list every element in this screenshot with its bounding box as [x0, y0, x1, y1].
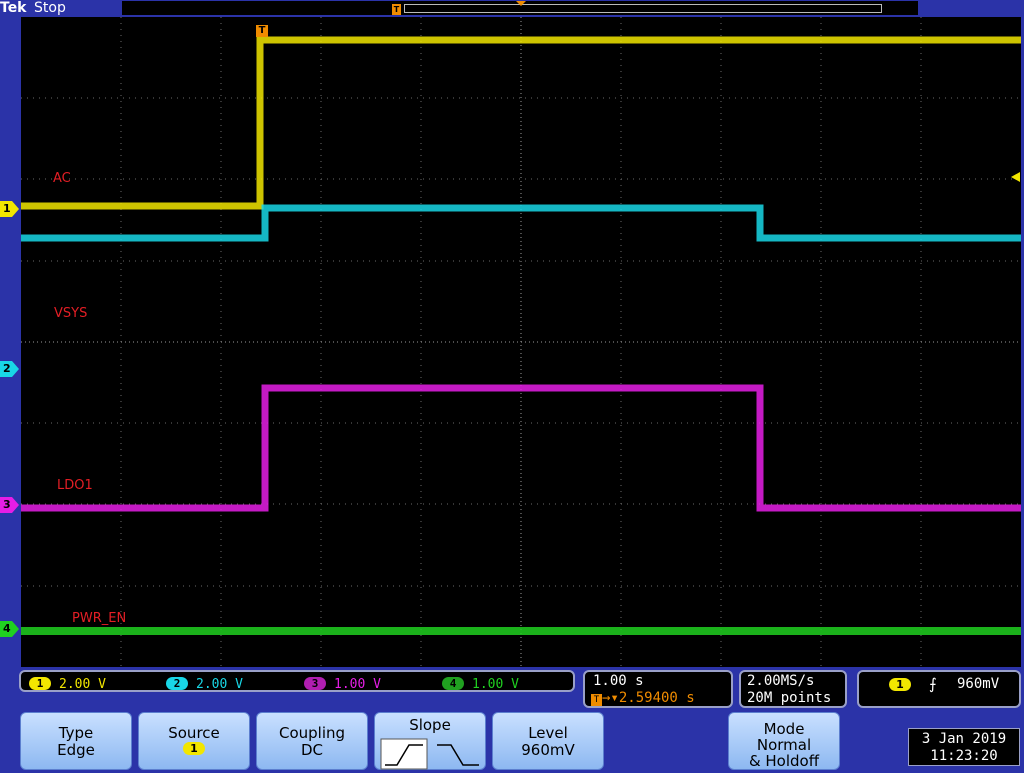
date-display: 3 Jan 2019: [921, 731, 1007, 747]
mode-button[interactable]: Mode Normal & Holdoff: [728, 712, 840, 770]
record-length: 20M points: [747, 690, 832, 706]
graticule-center: [21, 17, 1021, 667]
trigger-position-icon: T: [591, 694, 602, 706]
readout-bar: 1 2.00 V 2 2.00 V 3 1.00 V 4 1.00 V 1.00 s T…: [0, 668, 1024, 708]
time-display: 11:23:20: [930, 748, 998, 764]
timebase-readout[interactable]: 1.00 s T →▾2.59400 s: [583, 670, 733, 708]
ch3-readout[interactable]: 3 1.00 V: [304, 677, 381, 692]
ch1-ground-marker[interactable]: 1: [0, 201, 20, 217]
trigger-level-readout: 960mV: [957, 676, 1000, 692]
rising-edge-icon: ⨍: [929, 675, 937, 693]
label-pwr-en: PWR_EN: [72, 611, 127, 626]
channel-readout-box[interactable]: 1 2.00 V 2 2.00 V 3 1.00 V 4 1.00 V: [19, 670, 575, 692]
label-ac: AC: [53, 171, 71, 186]
trigger-source-badge: 1: [889, 678, 911, 691]
source-button[interactable]: Source 1: [138, 712, 250, 770]
arrow-right-down-icon: →▾: [602, 690, 619, 706]
label-ldo1: LDO1: [57, 478, 93, 493]
type-button[interactable]: Type Edge: [20, 712, 132, 770]
ch4-readout[interactable]: 4 1.00 V: [442, 677, 519, 692]
date-time-display: 3 Jan 2019 11:23:20: [908, 728, 1020, 766]
trigger-position-readout: T →▾2.59400 s: [591, 690, 695, 706]
label-vsys: VSYS: [54, 306, 88, 321]
slope-button[interactable]: Slope: [374, 712, 486, 770]
trigger-position-marker[interactable]: T: [256, 25, 268, 37]
trigger-readout[interactable]: 1 ⨍ 960mV: [857, 670, 1021, 708]
falling-slope-icon: [437, 744, 479, 766]
ch4-ground-marker[interactable]: 4: [0, 621, 20, 637]
level-button[interactable]: Level 960mV: [492, 712, 604, 770]
record-center-marker: [516, 1, 526, 6]
ch2-ground-marker[interactable]: 2: [0, 361, 20, 377]
record-trigger-marker: T: [392, 4, 401, 15]
trigger-level-marker[interactable]: [1011, 172, 1020, 182]
source-channel-badge: 1: [183, 742, 205, 755]
coupling-button[interactable]: Coupling DC: [256, 712, 368, 770]
ch2-readout[interactable]: 2 2.00 V: [166, 677, 243, 692]
ch1-readout[interactable]: 1 2.00 V: [29, 677, 106, 692]
top-status-bar: Tek Stop T: [0, 0, 1024, 22]
horizontal-scale: 1.00 s: [593, 673, 644, 689]
ch3-ground-marker[interactable]: 3: [0, 497, 20, 513]
waveform-display[interactable]: AC VSYS LDO1 PWR_EN: [21, 17, 1021, 667]
acquisition-readout[interactable]: 2.00MS/s 20M points: [739, 670, 847, 708]
sample-rate: 2.00MS/s: [747, 673, 815, 689]
bottom-menu-bar: Type Edge Source 1 Coupling DC Slope Lev…: [0, 708, 1024, 770]
